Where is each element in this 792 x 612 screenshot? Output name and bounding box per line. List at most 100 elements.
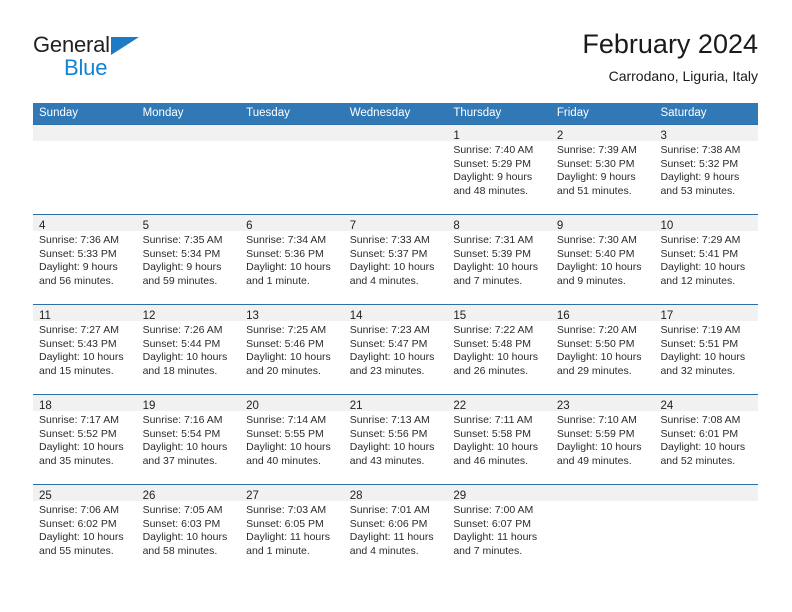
daylight-text-line2: and 55 minutes.	[39, 544, 114, 557]
daylight-text-line1: Daylight: 10 hours	[556, 351, 642, 364]
day-cell[interactable]: 9 Sunrise: 7:30 AM Sunset: 5:40 PM Dayli…	[550, 215, 655, 304]
day-number-band	[240, 125, 344, 141]
daylight-text-line2: and 20 minutes.	[246, 364, 321, 377]
day-cell[interactable]: 16 Sunrise: 7:20 AM Sunset: 5:50 PM Dayl…	[550, 305, 655, 394]
day-details: Sunrise: 7:26 AM Sunset: 5:44 PM Dayligh…	[137, 321, 241, 378]
daylight-text-line2: and 53 minutes.	[660, 184, 736, 197]
day-cell[interactable]	[343, 125, 448, 214]
day-number: 15	[453, 310, 467, 322]
day-cell[interactable]: 15 Sunrise: 7:22 AM Sunset: 5:48 PM Dayl…	[447, 305, 551, 394]
day-number-band: 22	[447, 395, 551, 412]
sunset-text: Sunset: 5:30 PM	[556, 157, 635, 170]
day-details: Sunrise: 7:29 AM Sunset: 5:41 PM Dayligh…	[654, 231, 758, 288]
daylight-text-line1: Daylight: 9 hours	[453, 171, 533, 184]
sunrise-text: Sunrise: 7:00 AM	[453, 504, 534, 516]
day-cell[interactable]: 19 Sunrise: 7:16 AM Sunset: 5:54 PM Dayl…	[136, 395, 241, 484]
sunset-text: Sunset: 5:39 PM	[453, 247, 531, 260]
logo-text-general: General	[33, 32, 110, 57]
sunrise-text: Sunrise: 7:34 AM	[246, 234, 327, 246]
day-cell[interactable]	[550, 485, 655, 574]
day-cell[interactable]: 29 Sunrise: 7:00 AM Sunset: 6:07 PM Dayl…	[447, 485, 551, 574]
sunset-text: Sunset: 5:37 PM	[349, 247, 428, 260]
day-number: 25	[39, 490, 52, 502]
day-cell[interactable]: 28 Sunrise: 7:01 AM Sunset: 6:06 PM Dayl…	[343, 485, 448, 574]
day-details: Sunrise: 7:08 AM Sunset: 6:01 PM Dayligh…	[654, 411, 758, 468]
day-cell[interactable]	[136, 125, 241, 214]
daylight-text-line2: and 7 minutes.	[453, 274, 523, 287]
daylight-text-line2: and 1 minute.	[246, 274, 310, 287]
day-cell[interactable]: 3 Sunrise: 7:38 AM Sunset: 5:32 PM Dayli…	[654, 125, 759, 214]
daylight-text-line1: Daylight: 10 hours	[246, 441, 331, 454]
day-cell[interactable]: 26 Sunrise: 7:05 AM Sunset: 6:03 PM Dayl…	[136, 485, 241, 574]
day-details: Sunrise: 7:06 AM Sunset: 6:02 PM Dayligh…	[33, 501, 137, 558]
day-number-band: 11	[33, 305, 137, 322]
sunset-text: Sunset: 5:32 PM	[660, 157, 739, 170]
day-cell[interactable]: 21 Sunrise: 7:13 AM Sunset: 5:56 PM Dayl…	[343, 395, 448, 484]
daylight-text-line2: and 40 minutes.	[246, 454, 321, 467]
day-cell[interactable]: 6 Sunrise: 7:34 AM Sunset: 5:36 PM Dayli…	[240, 215, 344, 304]
sunrise-text: Sunrise: 7:33 AM	[349, 234, 430, 246]
day-cell[interactable]: 22 Sunrise: 7:11 AM Sunset: 5:58 PM Dayl…	[447, 395, 551, 484]
day-cell[interactable]: 17 Sunrise: 7:19 AM Sunset: 5:51 PM Dayl…	[654, 305, 759, 394]
day-cell[interactable]: 24 Sunrise: 7:08 AM Sunset: 6:01 PM Dayl…	[654, 395, 759, 484]
day-cell[interactable]: 5 Sunrise: 7:35 AM Sunset: 5:34 PM Dayli…	[136, 215, 241, 304]
daylight-text-line1: Daylight: 9 hours	[556, 171, 636, 184]
sunset-text: Sunset: 6:01 PM	[660, 427, 739, 440]
day-details: Sunrise: 7:05 AM Sunset: 6:03 PM Dayligh…	[137, 501, 241, 558]
sunrise-text: Sunrise: 7:40 AM	[453, 144, 534, 156]
day-cell[interactable]: 20 Sunrise: 7:14 AM Sunset: 5:55 PM Dayl…	[240, 395, 344, 484]
day-cell[interactable]: 27 Sunrise: 7:03 AM Sunset: 6:05 PM Dayl…	[240, 485, 344, 574]
day-cell[interactable]	[240, 125, 344, 214]
day-cell[interactable]: 25 Sunrise: 7:06 AM Sunset: 6:02 PM Dayl…	[33, 485, 137, 574]
day-number-band: 21	[343, 395, 448, 412]
sunrise-text: Sunrise: 7:26 AM	[142, 324, 223, 336]
location-subtitle: Carrodano, Liguria, Italy	[608, 68, 758, 84]
sunset-text: Sunset: 5:41 PM	[660, 247, 739, 260]
day-number: 29	[453, 490, 467, 502]
day-cell[interactable]	[33, 125, 137, 214]
sunset-text: Sunset: 5:34 PM	[142, 247, 221, 260]
day-cell[interactable]: 1 Sunrise: 7:40 AM Sunset: 5:29 PM Dayli…	[447, 125, 551, 214]
day-details: Sunrise: 7:30 AM Sunset: 5:40 PM Dayligh…	[551, 231, 655, 288]
day-cell[interactable]: 8 Sunrise: 7:31 AM Sunset: 5:39 PM Dayli…	[447, 215, 551, 304]
day-number-band: 9	[550, 215, 655, 232]
day-details: Sunrise: 7:27 AM Sunset: 5:43 PM Dayligh…	[33, 321, 137, 378]
sunset-text: Sunset: 5:55 PM	[246, 427, 324, 440]
day-cell[interactable]	[654, 485, 759, 574]
sunrise-text: Sunrise: 7:11 AM	[453, 414, 533, 426]
calendar-page: General Blue February 2024 Carrodano, Li…	[0, 0, 792, 612]
day-cell[interactable]: 2 Sunrise: 7:39 AM Sunset: 5:30 PM Dayli…	[550, 125, 655, 214]
weekday-header-row: Sunday Monday Tuesday Wednesday Thursday…	[33, 103, 758, 124]
sunrise-text: Sunrise: 7:20 AM	[556, 324, 637, 336]
day-cell[interactable]: 14 Sunrise: 7:23 AM Sunset: 5:47 PM Dayl…	[343, 305, 448, 394]
day-cell[interactable]: 11 Sunrise: 7:27 AM Sunset: 5:43 PM Dayl…	[33, 305, 137, 394]
day-details: Sunrise: 7:36 AM Sunset: 5:33 PM Dayligh…	[33, 231, 137, 288]
day-number-band: 5	[136, 215, 241, 232]
day-number-band: 18	[33, 395, 137, 412]
day-number: 19	[142, 400, 156, 412]
day-number: 27	[246, 490, 259, 502]
generalblue-logo[interactable]: General Blue	[33, 33, 153, 89]
day-details: Sunrise: 7:20 AM Sunset: 5:50 PM Dayligh…	[551, 321, 655, 378]
day-cell[interactable]: 12 Sunrise: 7:26 AM Sunset: 5:44 PM Dayl…	[136, 305, 241, 394]
daylight-text-line1: Daylight: 10 hours	[660, 441, 746, 454]
day-cell[interactable]: 18 Sunrise: 7:17 AM Sunset: 5:52 PM Dayl…	[33, 395, 137, 484]
day-cell[interactable]: 23 Sunrise: 7:10 AM Sunset: 5:59 PM Dayl…	[550, 395, 655, 484]
day-details: Sunrise: 7:16 AM Sunset: 5:54 PM Dayligh…	[137, 411, 241, 468]
daylight-text-line1: Daylight: 10 hours	[556, 261, 642, 274]
daylight-text-line2: and 37 minutes.	[142, 454, 218, 467]
day-number: 24	[660, 400, 674, 412]
day-details: Sunrise: 7:33 AM Sunset: 5:37 PM Dayligh…	[344, 231, 448, 288]
day-details: Sunrise: 7:22 AM Sunset: 5:48 PM Dayligh…	[447, 321, 551, 378]
daylight-text-line1: Daylight: 10 hours	[39, 531, 124, 544]
sunrise-text: Sunrise: 7:13 AM	[349, 414, 430, 426]
day-details: Sunrise: 7:38 AM Sunset: 5:32 PM Dayligh…	[654, 141, 758, 198]
day-cell[interactable]: 13 Sunrise: 7:25 AM Sunset: 5:46 PM Dayl…	[240, 305, 344, 394]
daylight-text-line2: and 46 minutes.	[453, 454, 529, 467]
day-cell[interactable]: 4 Sunrise: 7:36 AM Sunset: 5:33 PM Dayli…	[33, 215, 137, 304]
day-number-band: 24	[654, 395, 759, 412]
day-cell[interactable]: 10 Sunrise: 7:29 AM Sunset: 5:41 PM Dayl…	[654, 215, 759, 304]
day-cell[interactable]: 7 Sunrise: 7:33 AM Sunset: 5:37 PM Dayli…	[343, 215, 448, 304]
day-number-band: 1	[447, 125, 551, 142]
calendar-grid: Sunday Monday Tuesday Wednesday Thursday…	[33, 103, 759, 574]
